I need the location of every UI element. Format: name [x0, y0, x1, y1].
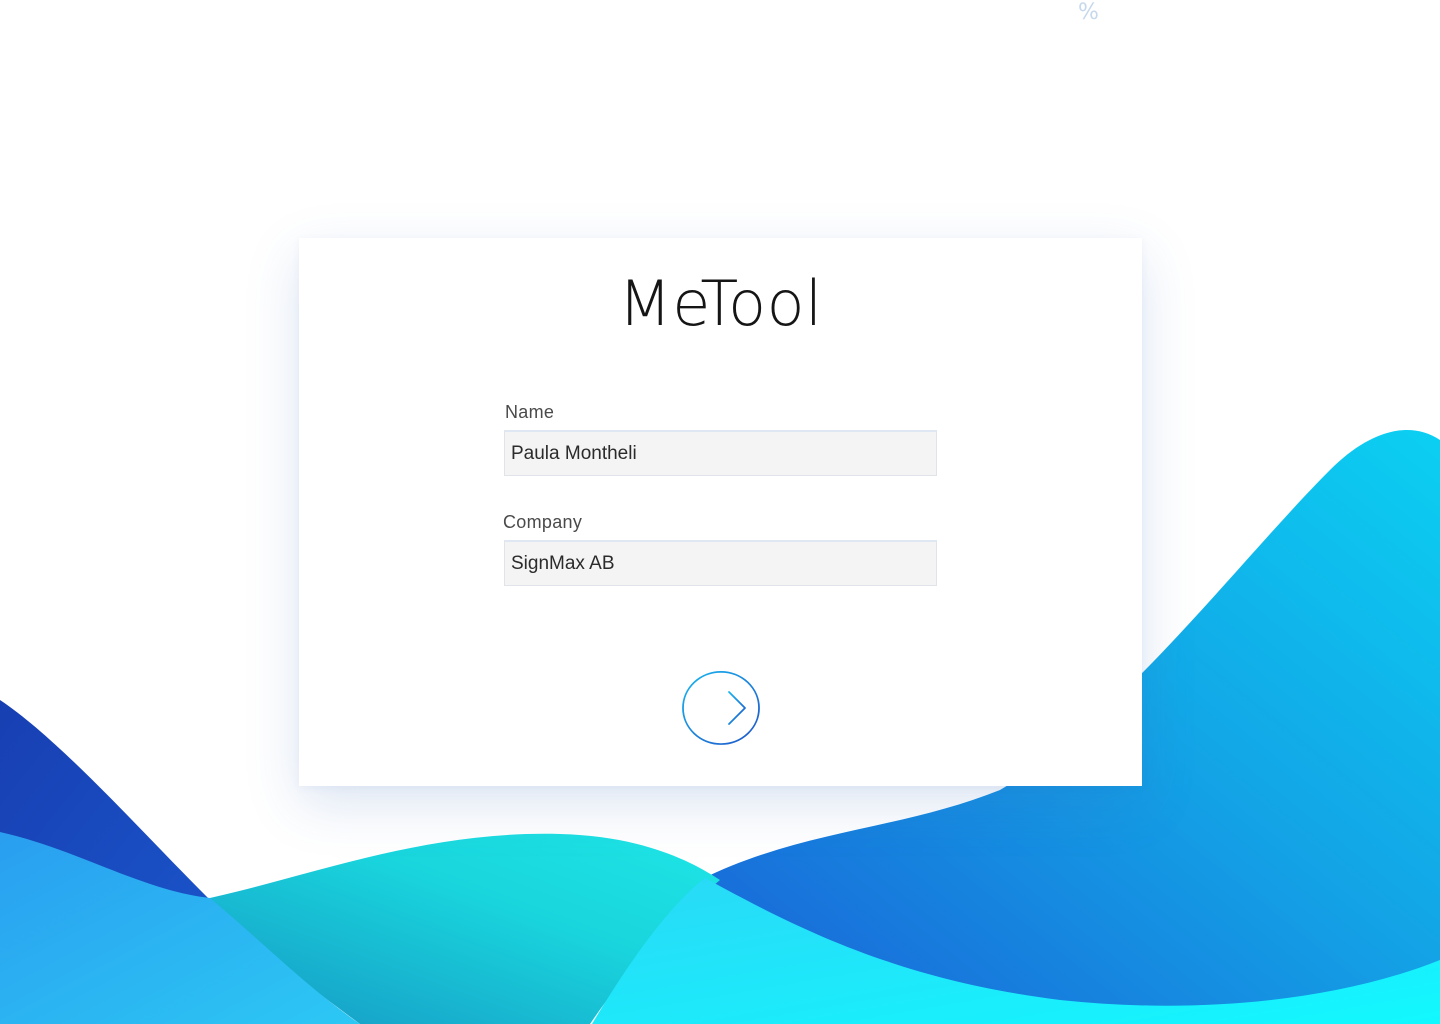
arrow-right-circle-icon — [682, 671, 760, 745]
name-label: Name — [505, 402, 555, 422]
percent-glyph: % — [1078, 0, 1099, 25]
company-label: Company — [503, 512, 583, 532]
company-input[interactable] — [504, 540, 937, 586]
submit-button[interactable] — [682, 671, 760, 745]
name-input[interactable] — [504, 430, 937, 476]
login-screen: % MeTool Name Company — [0, 0, 1440, 1024]
app-title: MeTool — [618, 267, 823, 340]
login-card: MeTool Name Company — [299, 238, 1142, 786]
